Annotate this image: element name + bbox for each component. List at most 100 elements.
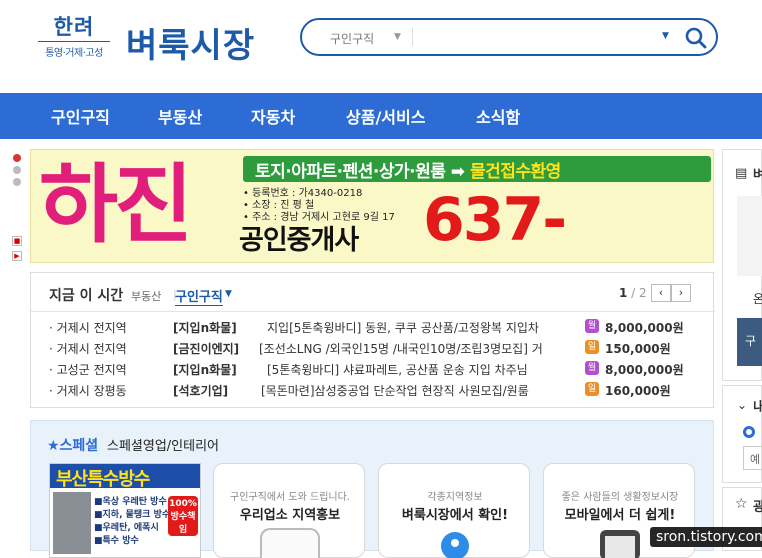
listing-company: [금진이엔지] (173, 342, 240, 356)
ad-busan-header: 부산특수방수 (50, 464, 200, 490)
promo-card-local-info[interactable]: 각종지역정보 벼룩시장에서 확인! (378, 463, 530, 558)
ad-busan-line: ■옥상 우레탄 방수 (94, 497, 167, 507)
sidebar-text: 온 (753, 292, 762, 306)
nav-item-goods-services[interactable]: 상품/서비스 (346, 104, 425, 128)
ad-busan-line: ■우레탄, 에폭시 (94, 523, 159, 533)
search-input[interactable] (418, 26, 648, 48)
logo-hanryeo-text: 한려 (53, 15, 95, 39)
banner-green-prefix: 토지·아파트·펜션·상가·원룸 (255, 162, 446, 182)
now-title: 지금 이 시간 (49, 288, 124, 304)
nav-item-realestate[interactable]: 부동산 (158, 104, 202, 128)
listing-location: · 거제시 장평동 (49, 384, 127, 398)
ad-banner-hajin[interactable]: 하진 토지·아파트·펜션·상가·원룸 ➡ 물건접수환영 • 등록번호 : 가43… (30, 149, 714, 263)
site-logo-name[interactable]: 벼룩시장 (126, 18, 255, 67)
listing-row[interactable]: · 거제시 전지역 [금진이엔지] [조선소LNG /외국인15명 /내국인10… (49, 340, 699, 360)
radio-button[interactable] (743, 426, 755, 438)
listing-row[interactable]: · 고성군 전지역 [지입n화물] [5톤축윙바디] 샤료파레트, 공산품 운송… (49, 361, 699, 381)
listing-desc: [목돈마련]삼성중공업 단순작업 현장직 사원모집/원룸 (261, 384, 529, 398)
sidebar-box-label: 벼 (753, 168, 762, 183)
wage-type-badge: 월 (585, 361, 599, 375)
now-listings-panel: 지금 이 시간 부동산 | 구인구직 ▼ 1 / 2 ‹ › · 거제시 전지역… (30, 272, 715, 408)
card-title: 벼룩시장에서 확인! (401, 508, 509, 523)
listing-row[interactable]: · 거제시 장평동 [석호기업] [목돈마련]삼성중공업 단순작업 현장직 사원… (49, 382, 699, 402)
sidebar-box-label: 내 (753, 400, 762, 415)
nav-item-jobs[interactable]: 구인구직 (51, 104, 110, 128)
category-caret-icon[interactable]: ▼ (394, 32, 401, 42)
logo-hanryeo[interactable]: 한려 통영·거제·고성 (38, 14, 110, 64)
carousel-pause-button[interactable]: ■ (12, 236, 22, 246)
special-section: ★스페셜 스페셜영업/인테리어 부산특수방수 ■옥상 우레탄 방수 ■지하, 물… (30, 420, 714, 558)
star-icon: ☆ (735, 496, 748, 512)
sidebar-button[interactable]: 구 (737, 318, 762, 366)
ad-busan-line: ■특수 방수 (94, 536, 139, 546)
banner-green-accent: 물건접수환영 (469, 162, 561, 182)
smartphone-icon (600, 530, 640, 558)
nav-item-news[interactable]: 소식함 (476, 104, 520, 128)
logo-regions-text: 통영·거제·고성 (38, 41, 110, 59)
right-sidebar: ▤ 벼 온 구 ⌄ 내 예 ☆ 광 (722, 149, 762, 551)
arrow-right-icon: ➡ (450, 162, 465, 182)
listing-desc: [5톤축윙바디] 샤료파레트, 공산품 운송 지입 차주님 (267, 363, 528, 377)
site-header: 한려 통영·거제·고성 벼룩시장 구인구직 ▼ ▼ (0, 0, 762, 93)
page-indicator: 1 / 2 (619, 286, 647, 300)
carousel-play-button[interactable]: ▶ (12, 251, 22, 261)
sidebar-image (737, 196, 762, 276)
carousel-dot-active[interactable] (13, 154, 21, 162)
ad-busan-title: 부산특수방수 (56, 469, 150, 490)
tab-jobs[interactable]: 구인구직 (175, 286, 223, 306)
prev-page-button[interactable]: ‹ (651, 284, 671, 302)
autocomplete-caret-icon[interactable]: ▼ (662, 31, 669, 41)
search-category-select[interactable]: 구인구직 (330, 30, 374, 47)
ad-busan-line: ■지하, 물탱크 방수 (94, 510, 171, 520)
listing-location: · 고성군 전지역 (49, 363, 127, 377)
wage-type-badge: 월 (585, 319, 599, 333)
card-subtitle: 구인구직에서 도와 드립니다. (230, 492, 350, 503)
sidebar-button-label: 구 (745, 334, 757, 348)
promo-card-local-ad[interactable]: 구인구직에서 도와 드립니다. 우리업소 지역홍보 (213, 463, 365, 558)
tab-realestate[interactable]: 부동산 (131, 288, 161, 304)
card-graphic (260, 528, 320, 558)
listing-row[interactable]: · 거제시 전지역 [지입n화물] 지입[5톤축윙바디] 동원, 쿠쿠 공산품/… (49, 319, 699, 339)
search-icon[interactable] (682, 24, 710, 52)
listing-location: · 거제시 전지역 (49, 321, 127, 335)
listing-wage: 160,000원 (605, 384, 671, 398)
ad-busan-photo (53, 492, 91, 554)
listing-company: [지입n화물] (173, 363, 237, 377)
document-icon: ▤ (735, 166, 748, 181)
tab-caret-icon[interactable]: ▼ (225, 289, 232, 299)
listing-company: [석호기업] (173, 384, 229, 398)
search-divider (412, 28, 413, 46)
banner-green-text: 토지·아파트·펜션·상가·원룸 ➡ 물건접수환영 (255, 157, 561, 182)
banner-brand: 하진 (39, 155, 193, 255)
special-title: ★스페셜 (47, 438, 99, 454)
chevron-down-icon[interactable]: ⌄ (737, 398, 747, 412)
sidebar-box-top: ▤ 벼 온 구 (722, 149, 762, 381)
ad-busan-waterproof[interactable]: 부산특수방수 ■옥상 우레탄 방수 ■지하, 물탱크 방수 ■우레탄, 에폭시 … (49, 463, 201, 558)
main-nav: 구인구직 부동산 자동차 상품/서비스 소식함 (0, 93, 762, 139)
card-title: 모바일에서 더 쉽게! (564, 508, 676, 523)
sidebar-box-label: 광 (753, 500, 762, 515)
banner-office-name: 공인중개사 (239, 225, 359, 256)
divider (31, 311, 715, 312)
banner-green-strip: 토지·아파트·펜션·상가·원룸 ➡ 물건접수환영 (243, 156, 711, 182)
banner-phone: 637-2238 (423, 185, 567, 255)
next-page-button[interactable]: › (671, 284, 691, 302)
listing-company: [지입n화물] (173, 321, 237, 335)
wage-type-badge: 일 (585, 382, 599, 396)
card-title: 우리업소 지역홍보 (239, 508, 341, 523)
special-subtitle: 스페셜영업/인테리어 (107, 439, 220, 454)
card-subtitle: 각종지역정보 (427, 492, 483, 503)
listing-desc: 지입[5톤축윙바디] 동원, 쿠쿠 공산품/고정왕복 지입차 (267, 321, 539, 335)
carousel-dot[interactable] (13, 178, 21, 186)
ad-busan-badge: 100% 방수책임 (168, 496, 198, 536)
watermark: sron.tistory.com (650, 527, 762, 547)
listing-wage: 8,000,000원 (605, 363, 684, 377)
sidebar-input-text: 예 (750, 453, 761, 466)
listing-location: · 거제시 전지역 (49, 342, 127, 356)
sidebar-box-middle: ⌄ 내 예 (722, 385, 762, 483)
wage-type-badge: 일 (585, 340, 599, 354)
map-pin-icon (441, 532, 469, 558)
nav-item-cars[interactable]: 자동차 (251, 104, 295, 128)
sidebar-input[interactable]: 예 (743, 446, 762, 470)
carousel-dot[interactable] (13, 166, 21, 174)
